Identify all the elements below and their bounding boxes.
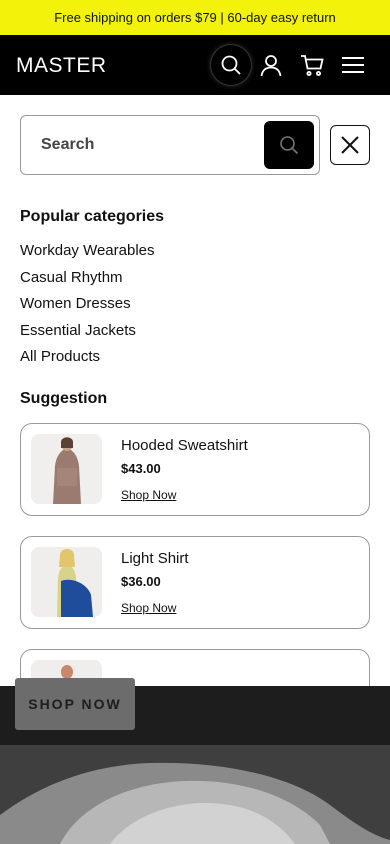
popular-categories-title: Popular categories bbox=[20, 208, 165, 225]
brand-logo[interactable]: MASTER bbox=[16, 54, 107, 78]
product-title[interactable]: Light Shirt bbox=[121, 550, 189, 567]
search-panel: Popular categories Workday Wearables Cas… bbox=[0, 95, 390, 686]
product-card[interactable]: Light Shirt $36.00 Shop Now bbox=[20, 536, 370, 629]
category-link[interactable]: Essential Jackets bbox=[20, 321, 155, 348]
category-link[interactable]: All Products bbox=[20, 347, 155, 374]
search-input[interactable] bbox=[41, 116, 261, 174]
account-icon bbox=[260, 55, 282, 77]
hero-image bbox=[0, 745, 390, 844]
header-search-button[interactable] bbox=[211, 45, 251, 85]
menu-button[interactable] bbox=[333, 45, 373, 85]
search-submit-button[interactable] bbox=[264, 121, 314, 169]
popular-categories-list: Workday Wearables Casual Rhythm Women Dr… bbox=[20, 241, 155, 374]
search-icon bbox=[221, 55, 241, 75]
close-search-button[interactable] bbox=[330, 125, 370, 165]
category-link[interactable]: Women Dresses bbox=[20, 294, 155, 321]
product-card[interactable]: Hooded Sweatshirt $43.00 Shop Now bbox=[20, 423, 370, 516]
product-price: $43.00 bbox=[121, 461, 161, 476]
product-price: $36.00 bbox=[121, 574, 161, 589]
menu-icon bbox=[342, 57, 364, 73]
account-button[interactable] bbox=[251, 45, 291, 85]
product-image bbox=[31, 434, 102, 504]
category-link[interactable]: Workday Wearables bbox=[20, 241, 155, 268]
search-form bbox=[20, 115, 320, 175]
suggestion-title: Suggestion bbox=[20, 390, 108, 407]
search-icon bbox=[280, 136, 299, 155]
product-title[interactable]: Hooded Sweatshirt bbox=[121, 437, 248, 454]
cart-button[interactable] bbox=[292, 45, 332, 85]
announcement-bar: Free shipping on orders $79 | 60-day eas… bbox=[0, 0, 390, 35]
shop-now-link[interactable]: Shop Now bbox=[121, 488, 176, 502]
product-image bbox=[31, 547, 102, 617]
category-link[interactable]: Casual Rhythm bbox=[20, 268, 155, 295]
shop-now-button[interactable]: SHOP NOW bbox=[15, 678, 135, 730]
shop-now-link[interactable]: Shop Now bbox=[121, 601, 176, 615]
announcement-text: Free shipping on orders $79 | 60-day eas… bbox=[54, 10, 336, 25]
close-icon bbox=[341, 136, 359, 154]
site-header: MASTER bbox=[0, 35, 390, 95]
cart-icon bbox=[301, 55, 324, 76]
